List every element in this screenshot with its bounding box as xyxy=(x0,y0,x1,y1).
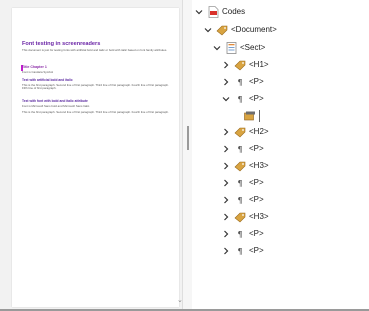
tree-node-label: <H3> xyxy=(249,212,269,221)
page-chapter-subtitle: Font is Candara Symbol xyxy=(22,70,54,74)
page-chapter-title: Title Chapter 1 xyxy=(22,65,47,69)
tree-node-p[interactable]: ¶ <P> xyxy=(221,243,264,259)
tree-node-root[interactable]: Codes xyxy=(194,4,245,20)
tree-node-p[interactable]: ¶ <P> xyxy=(221,192,264,208)
chevron-down-icon[interactable] xyxy=(203,25,213,35)
pane-splitter[interactable] xyxy=(182,0,192,311)
tag-icon xyxy=(216,25,228,36)
tree-node-document[interactable]: <Document> xyxy=(203,22,277,38)
pilcrow-icon: ¶ xyxy=(237,77,243,87)
content-icon xyxy=(244,111,256,122)
chevron-right-icon[interactable] xyxy=(221,246,231,256)
tree-node-p[interactable]: ¶ <P> xyxy=(221,226,264,242)
tree-node-h3[interactable]: <H3> xyxy=(221,158,269,174)
tree-node-label: <P> xyxy=(249,246,264,255)
splitter-grip[interactable] xyxy=(187,126,189,150)
page-intro: This document is just for testing fonts … xyxy=(22,48,168,52)
tags-tree: Codes <Document> <Sect> <H1> ¶ <P> ¶ <P>… xyxy=(192,0,369,311)
chevron-right-icon[interactable] xyxy=(221,60,231,70)
tag-icon xyxy=(234,60,246,71)
chevron-right-icon[interactable] xyxy=(221,212,231,222)
tree-node-label: <H1> xyxy=(249,60,269,69)
pdf-file-icon xyxy=(207,6,219,18)
tree-node-label: <P> xyxy=(249,144,264,153)
chevron-right-icon[interactable] xyxy=(221,178,231,188)
chevron-right-icon[interactable] xyxy=(221,229,231,239)
chevron-right-icon[interactable] xyxy=(221,144,231,154)
chevron-right-icon[interactable] xyxy=(221,77,231,87)
tree-node-label: <Document> xyxy=(231,25,277,34)
pilcrow-icon: ¶ xyxy=(237,246,243,256)
tree-node-label: <P> xyxy=(249,94,264,103)
pilcrow-icon: ¶ xyxy=(237,178,243,188)
scroll-down-icon[interactable]: ⌄ xyxy=(177,296,183,304)
page-paragraph-2: Font is Microsoft Sans bold and Microsof… xyxy=(22,104,90,108)
pilcrow-icon: ¶ xyxy=(237,229,243,239)
tree-node-h1[interactable]: <H1> xyxy=(221,57,269,73)
tree-node-label: <H3> xyxy=(249,161,269,170)
chevron-right-icon[interactable] xyxy=(221,127,231,137)
tree-node-p-expanded[interactable]: ¶ <P> xyxy=(221,91,264,107)
chevron-right-icon[interactable] xyxy=(221,195,231,205)
tree-node-sect[interactable]: <Sect> xyxy=(212,40,265,56)
tree-node-label: Codes xyxy=(222,7,246,16)
tree-node-label: <P> xyxy=(249,229,264,238)
tree-node-h3[interactable]: <H3> xyxy=(221,209,269,225)
chevron-down-icon[interactable] xyxy=(221,94,231,104)
pilcrow-icon: ¶ xyxy=(237,144,243,154)
tree-node-h2[interactable]: <H2> xyxy=(221,124,269,140)
chevron-right-icon[interactable] xyxy=(221,161,231,171)
tree-node-p[interactable]: ¶ <P> xyxy=(221,175,264,191)
section-icon xyxy=(225,42,237,54)
tree-node-p[interactable]: ¶ <P> xyxy=(221,141,264,157)
tag-icon xyxy=(234,127,246,138)
pdf-page: Font testing in screenreaders This docum… xyxy=(12,8,179,307)
tree-node-label: <P> xyxy=(249,77,264,86)
tree-node-label: <H2> xyxy=(249,127,269,136)
page-paragraph-3: This is the first paragraph. Second line… xyxy=(22,110,169,114)
tree-node-label: <P> xyxy=(249,195,264,204)
chevron-down-icon[interactable] xyxy=(212,43,222,53)
tree-node-label: <Sect> xyxy=(240,43,266,52)
document-preview-pane: Font testing in screenreaders This docum… xyxy=(0,0,182,311)
page-title: Font testing in screenreaders xyxy=(22,41,101,47)
tree-node-content[interactable] xyxy=(244,108,260,124)
text-cursor xyxy=(259,110,260,122)
tree-node-p[interactable]: ¶ <P> xyxy=(221,74,264,90)
tree-node-label: <P> xyxy=(249,178,264,187)
page-paragraph-1: This is the first paragraph. Second line… xyxy=(22,83,169,91)
chevron-down-icon[interactable] xyxy=(194,7,204,17)
tag-icon xyxy=(234,161,246,172)
pilcrow-icon: ¶ xyxy=(237,195,243,205)
pilcrow-icon: ¶ xyxy=(237,94,243,104)
tag-icon xyxy=(234,212,246,223)
